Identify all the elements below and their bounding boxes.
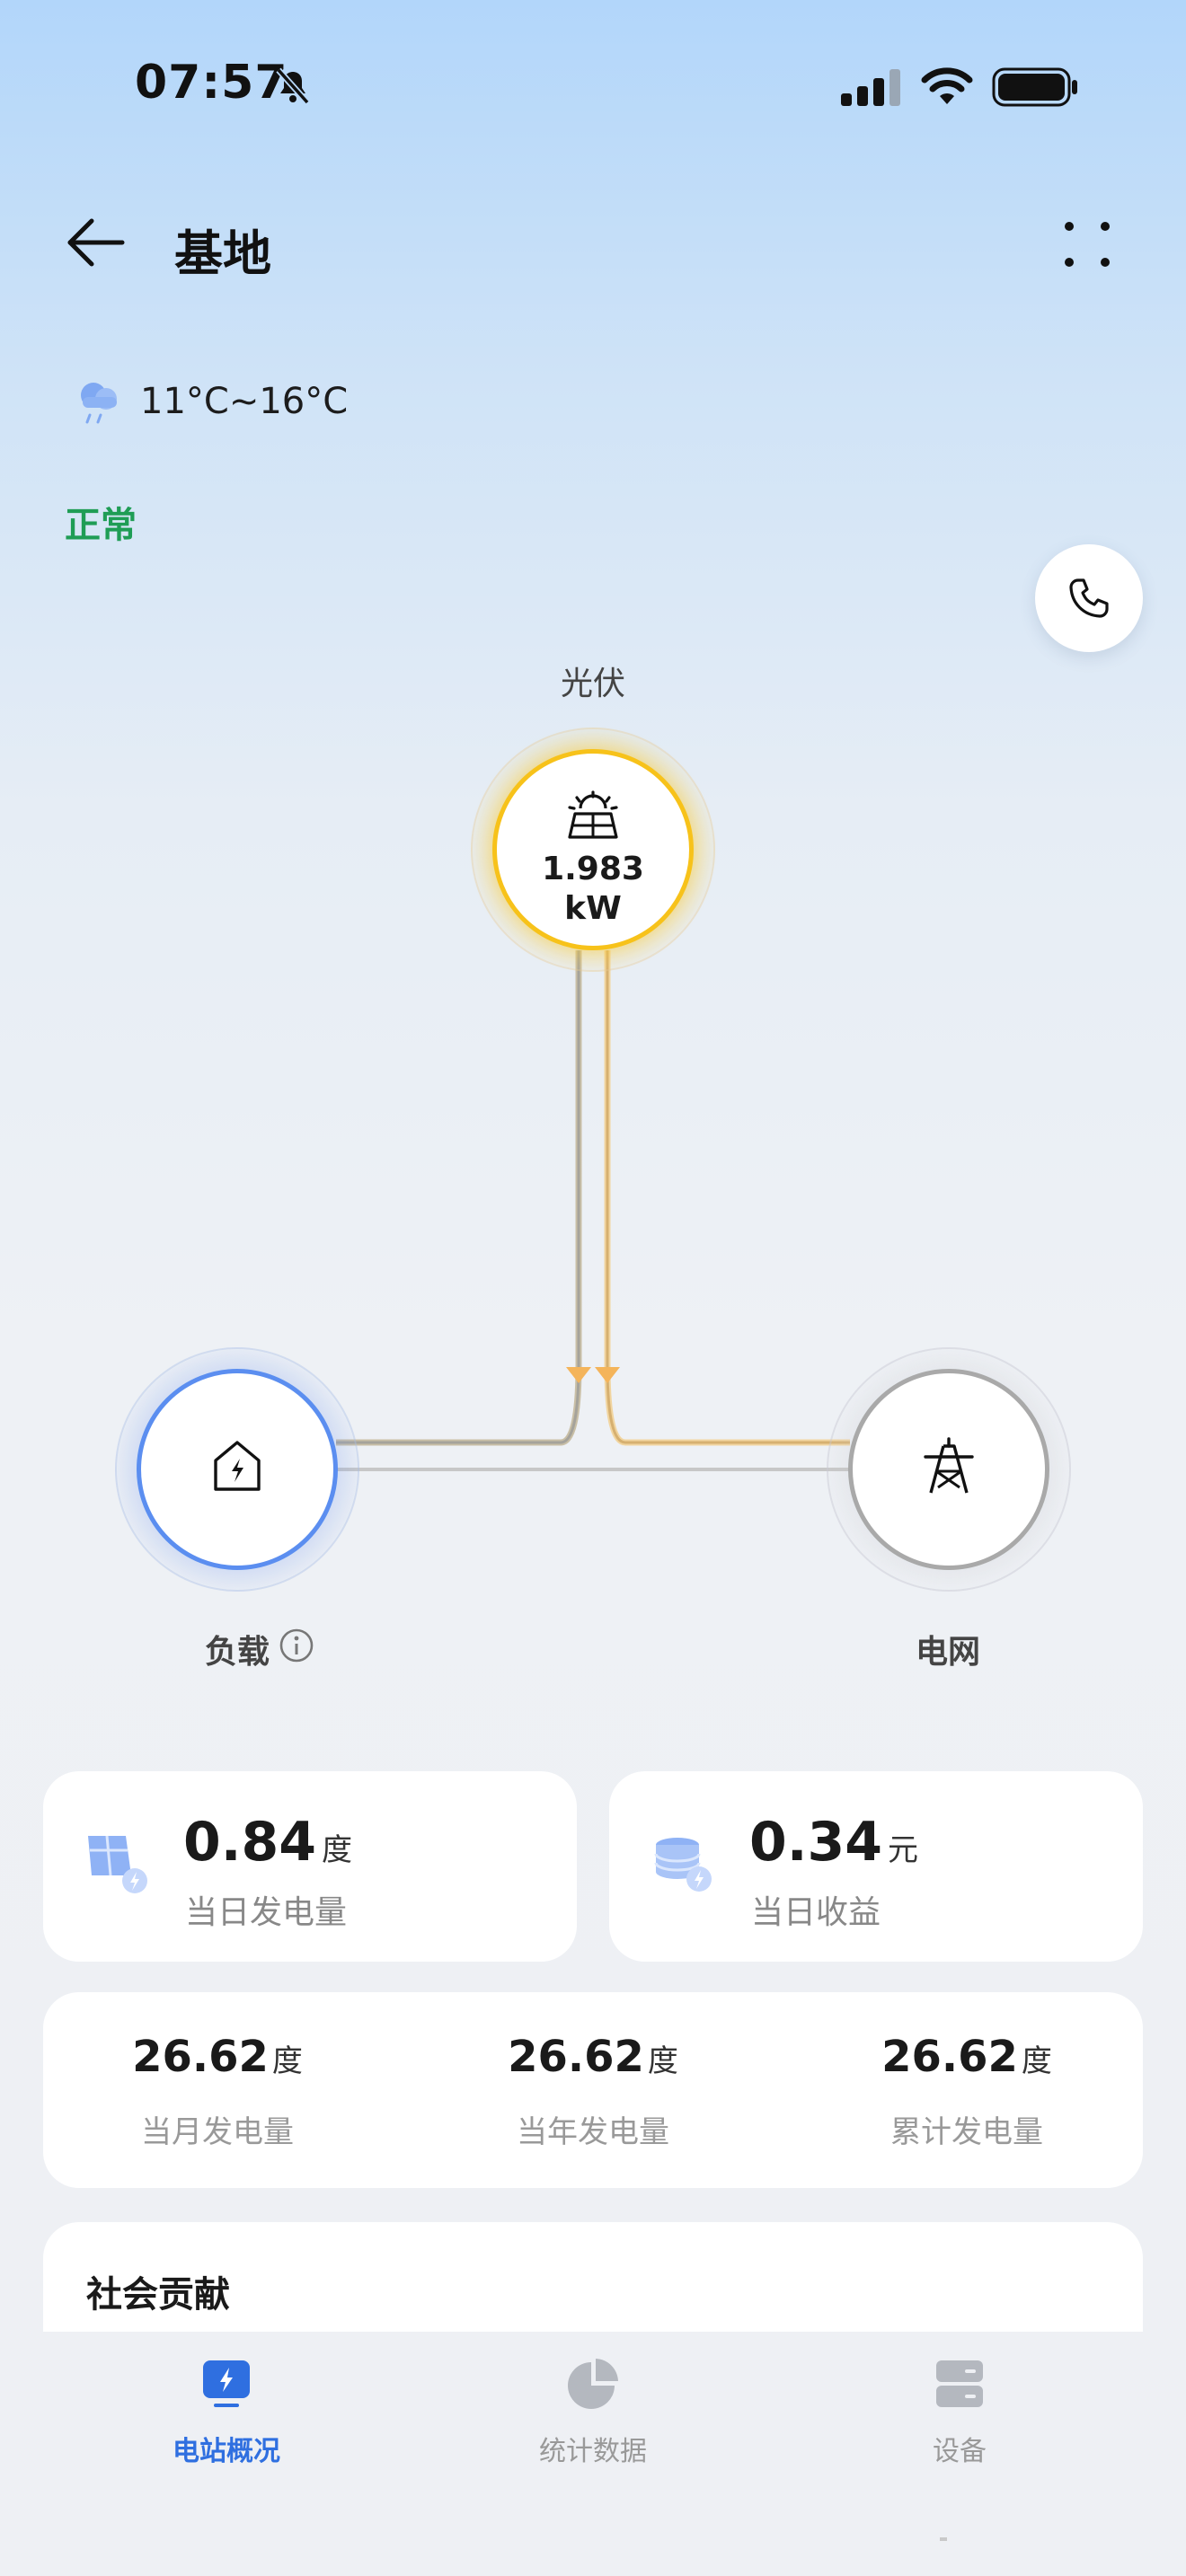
tab-statistics-label: 统计数据 [539, 2436, 647, 2467]
solar-panel-icon [568, 790, 618, 839]
pv-power-value: 1.983 [542, 851, 644, 887]
power-tower-icon [924, 1437, 974, 1494]
monthly-generation-unit: 度 [271, 2043, 303, 2079]
generation-stats-card: 26.62 度 当月发电量 26.62 度 当年发电量 26.62 度 累计发电量 [43, 1992, 1143, 2188]
station-overview-icon [203, 2360, 250, 2407]
page-title: 基地 [174, 225, 271, 282]
daily-generation-value-row: 0.84 度 [183, 1811, 352, 1874]
back-arrow-icon[interactable] [65, 216, 128, 269]
info-icon[interactable] [279, 1628, 314, 1663]
bell-muted-icon [276, 67, 310, 105]
daily-income-value-row: 0.34 元 [749, 1811, 918, 1874]
status-time: 07:57 [135, 56, 288, 110]
pv-label: 光伏 [560, 666, 625, 702]
phone-icon [1069, 578, 1109, 618]
daily-generation-value: 0.84 [183, 1811, 317, 1874]
tab-station-overview[interactable]: 电站概况 [92, 2355, 361, 2468]
tab-devices-label: 设备 [933, 2436, 987, 2467]
device-icon [936, 2360, 983, 2407]
tab-station-overview-label: 电站概况 [173, 2436, 280, 2467]
tab-devices[interactable]: 设备 [825, 2355, 1094, 2468]
daily-generation-card[interactable]: 0.84 度 当日发电量 [43, 1771, 577, 1962]
monthly-generation-stat: 26.62 度 当月发电量 [56, 2032, 379, 2151]
station-status: 正常 [65, 505, 137, 546]
temperature-range: 11°C~16°C [140, 381, 349, 422]
total-generation-label: 累计发电量 [890, 2114, 1043, 2150]
total-generation-value-row: 26.62 度 [805, 2032, 1128, 2082]
solar-generation-icon [88, 1835, 147, 1893]
daily-generation-label: 当日发电量 [185, 1894, 348, 1931]
battery-icon [992, 67, 1077, 107]
total-generation-stat: 26.62 度 累计发电量 [805, 2032, 1128, 2151]
daily-income-value: 0.34 [749, 1811, 883, 1874]
tab-statistics[interactable]: 统计数据 [458, 2355, 728, 2468]
coins-icon [654, 1838, 712, 1892]
total-generation-value: 26.62 [881, 2032, 1018, 2082]
load-label: 负载 [205, 1634, 270, 1671]
daily-income-label: 当日收益 [751, 1894, 881, 1931]
monthly-generation-label: 当月发电量 [141, 2114, 294, 2150]
monthly-generation-value: 26.62 [132, 2032, 269, 2082]
daily-income-unit: 元 [888, 1832, 919, 1868]
daily-income-card[interactable]: 0.34 元 当日收益 [609, 1771, 1143, 1962]
yearly-generation-label: 当年发电量 [517, 2114, 669, 2150]
grid-label: 电网 [915, 1634, 980, 1671]
daily-generation-unit: 度 [322, 1832, 353, 1868]
cellular-signal-icon [841, 69, 900, 106]
yearly-generation-unit: 度 [647, 2043, 678, 2079]
pv-power-unit: kW [564, 890, 622, 927]
wifi-icon [921, 67, 973, 104]
monthly-generation-value-row: 26.62 度 [56, 2032, 379, 2082]
home-power-icon [214, 1441, 261, 1491]
yearly-generation-value-row: 26.62 度 [431, 2032, 755, 2082]
home-indicator [940, 2537, 947, 2541]
pv-power-readout: 1.983 kW [492, 850, 694, 929]
rain-cloud-icon [81, 383, 117, 424]
pie-chart-icon [568, 2359, 618, 2409]
yearly-generation-value: 26.62 [508, 2032, 644, 2082]
yearly-generation-stat: 26.62 度 当年发电量 [431, 2032, 755, 2151]
more-options-icon[interactable] [1062, 219, 1112, 269]
call-button[interactable] [1035, 544, 1143, 652]
social-contribution-title: 社会贡献 [86, 2274, 230, 2316]
total-generation-unit: 度 [1021, 2043, 1052, 2079]
